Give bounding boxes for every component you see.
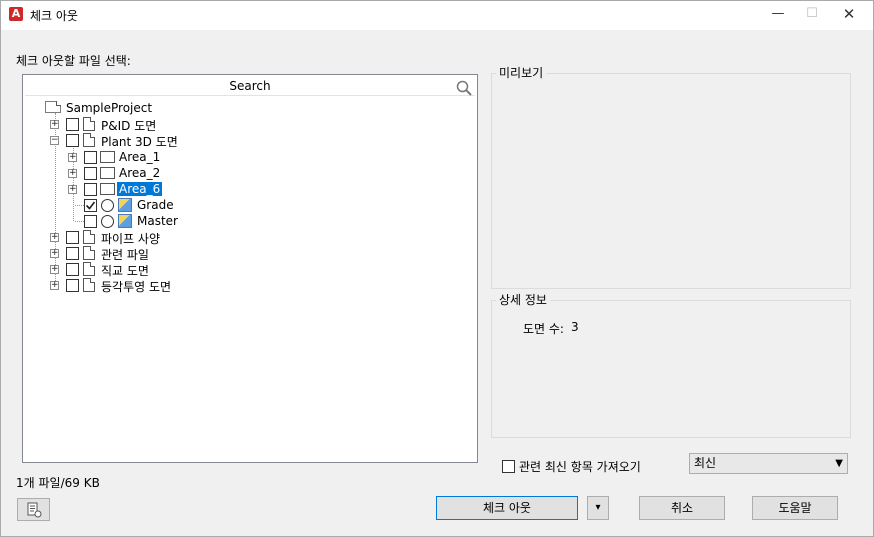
drawing-count-value: 3 <box>571 320 579 334</box>
iso-drawing-icon <box>83 278 95 292</box>
maximize-button[interactable]: ☐ <box>795 1 829 29</box>
checkout-button[interactable]: 체크 아웃 <box>436 496 578 520</box>
tree-node-label: Area_1 <box>119 150 161 164</box>
pipe-spec-icon <box>83 230 95 244</box>
collapse-icon[interactable]: − <box>50 136 59 145</box>
ortho-drawing-icon <box>83 262 95 276</box>
version-select[interactable]: 최신 ▼ <box>689 453 848 474</box>
tree-node-label: SampleProject <box>66 101 153 115</box>
expand-icon[interactable]: + <box>50 281 59 290</box>
checkbox[interactable] <box>84 151 97 164</box>
tree-node-label-selected: Area_6 <box>117 182 163 196</box>
tree-node-label: 파이프 사양 <box>101 232 161 246</box>
tree-node-label: P&ID 도면 <box>101 119 157 133</box>
chevron-down-icon: ▼ <box>835 458 843 469</box>
tree-node-label: 직교 도면 <box>101 264 149 278</box>
folder-icon <box>100 167 115 179</box>
checkbox[interactable] <box>66 247 79 260</box>
related-file-icon <box>83 246 95 260</box>
plant3d-drawing-icon <box>83 133 95 147</box>
project-icon <box>45 101 61 113</box>
get-latest-label: 관련 최신 항목 가져오기 <box>519 460 641 474</box>
checkbox[interactable] <box>84 167 97 180</box>
tree-node-label: Area_2 <box>119 166 161 180</box>
expand-icon[interactable]: + <box>68 185 77 194</box>
folder-icon <box>100 151 115 163</box>
checkbox[interactable] <box>66 231 79 244</box>
checkbox-checked[interactable] <box>84 199 97 212</box>
tree-node-label: Master <box>137 214 178 228</box>
drawing-count-label: 도면 수: <box>523 322 564 336</box>
expand-icon[interactable]: + <box>68 153 77 162</box>
status-radio <box>101 215 114 228</box>
tree-node-label: Grade <box>137 198 174 212</box>
log-icon <box>27 502 41 518</box>
selection-status: 1개 파일/69 KB <box>16 476 100 490</box>
dwg-file-icon <box>118 214 132 228</box>
version-select-value: 최신 <box>694 456 717 470</box>
checkbox[interactable] <box>66 134 79 147</box>
help-button[interactable]: 도움말 <box>752 496 838 520</box>
checkbox[interactable] <box>66 118 79 131</box>
expand-icon[interactable]: + <box>50 249 59 258</box>
folder-icon <box>100 183 115 195</box>
tree-node-label: 등각투영 도면 <box>101 280 172 294</box>
title-bar: A 체크 아웃 — ☐ ✕ <box>1 1 873 30</box>
pid-drawing-icon <box>83 117 95 131</box>
minimize-button[interactable]: — <box>761 1 795 29</box>
preview-group <box>491 73 851 289</box>
checkbox[interactable] <box>66 279 79 292</box>
checkbox[interactable] <box>84 183 97 196</box>
search-placeholder: Search <box>229 79 271 93</box>
dwg-file-icon <box>118 198 132 212</box>
expand-icon[interactable]: + <box>68 169 77 178</box>
preview-title: 미리보기 <box>496 64 547 81</box>
close-button[interactable]: ✕ <box>832 1 866 29</box>
checkbox[interactable] <box>66 263 79 276</box>
tree-node-label: Plant 3D 도면 <box>101 135 178 149</box>
tree-connector <box>75 205 84 206</box>
search-input[interactable]: Search <box>25 76 475 96</box>
log-button[interactable] <box>17 498 50 521</box>
expand-icon[interactable]: + <box>50 265 59 274</box>
expand-icon[interactable]: + <box>50 120 59 129</box>
tree-connector <box>75 221 84 222</box>
select-files-label: 체크 아웃할 파일 선택: <box>16 54 131 68</box>
details-title: 상세 정보 <box>496 291 550 308</box>
status-radio <box>101 199 114 212</box>
cancel-button[interactable]: 취소 <box>639 496 725 520</box>
get-latest-checkbox[interactable] <box>502 460 515 473</box>
checkmark-icon <box>85 201 96 210</box>
window-title: 체크 아웃 <box>30 9 78 23</box>
expand-icon[interactable]: + <box>50 233 59 242</box>
search-icon[interactable] <box>456 80 472 96</box>
checkout-dialog: A 체크 아웃 — ☐ ✕ 체크 아웃할 파일 선택: Search Sampl… <box>0 0 874 537</box>
autocad-logo-icon: A <box>9 7 23 21</box>
tree-node-label: 관련 파일 <box>101 248 149 262</box>
checkout-options-button[interactable]: ▾ <box>587 496 609 520</box>
checkbox[interactable] <box>84 215 97 228</box>
